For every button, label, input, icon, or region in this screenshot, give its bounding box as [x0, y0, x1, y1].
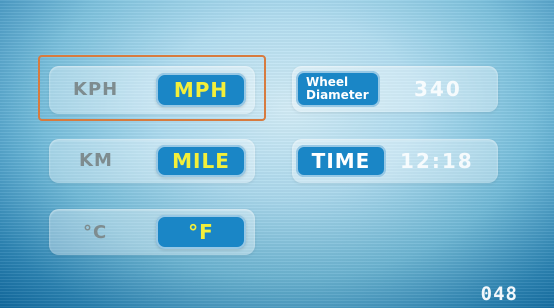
option-kph[interactable]: KPH — [73, 79, 118, 100]
option-mph[interactable]: MPH — [156, 73, 246, 107]
time-label: TIME — [296, 145, 386, 177]
speed-unit-toggle[interactable]: KPH MPH — [49, 66, 255, 114]
wheel-diameter-setting[interactable]: Wheel Diameter 340 — [292, 66, 498, 112]
time-setting[interactable]: TIME 12:18 — [292, 139, 498, 183]
option-fahrenheit[interactable]: °F — [156, 215, 246, 249]
option-celsius[interactable]: °C — [83, 222, 107, 243]
counter-readout: 048 — [480, 283, 518, 305]
display-screen: KPH MPH KM MILE °C °F Wheel Diameter 340… — [0, 0, 554, 308]
wheel-diameter-label: Wheel Diameter — [296, 71, 380, 107]
distance-unit-toggle[interactable]: KM MILE — [49, 139, 255, 183]
time-value[interactable]: 12:18 — [400, 149, 474, 173]
wheel-diameter-value[interactable]: 340 — [414, 77, 462, 101]
temperature-unit-toggle[interactable]: °C °F — [49, 209, 255, 255]
option-km[interactable]: KM — [79, 150, 113, 171]
wheel-label-line2: Diameter — [306, 88, 369, 102]
option-mile[interactable]: MILE — [156, 145, 246, 177]
